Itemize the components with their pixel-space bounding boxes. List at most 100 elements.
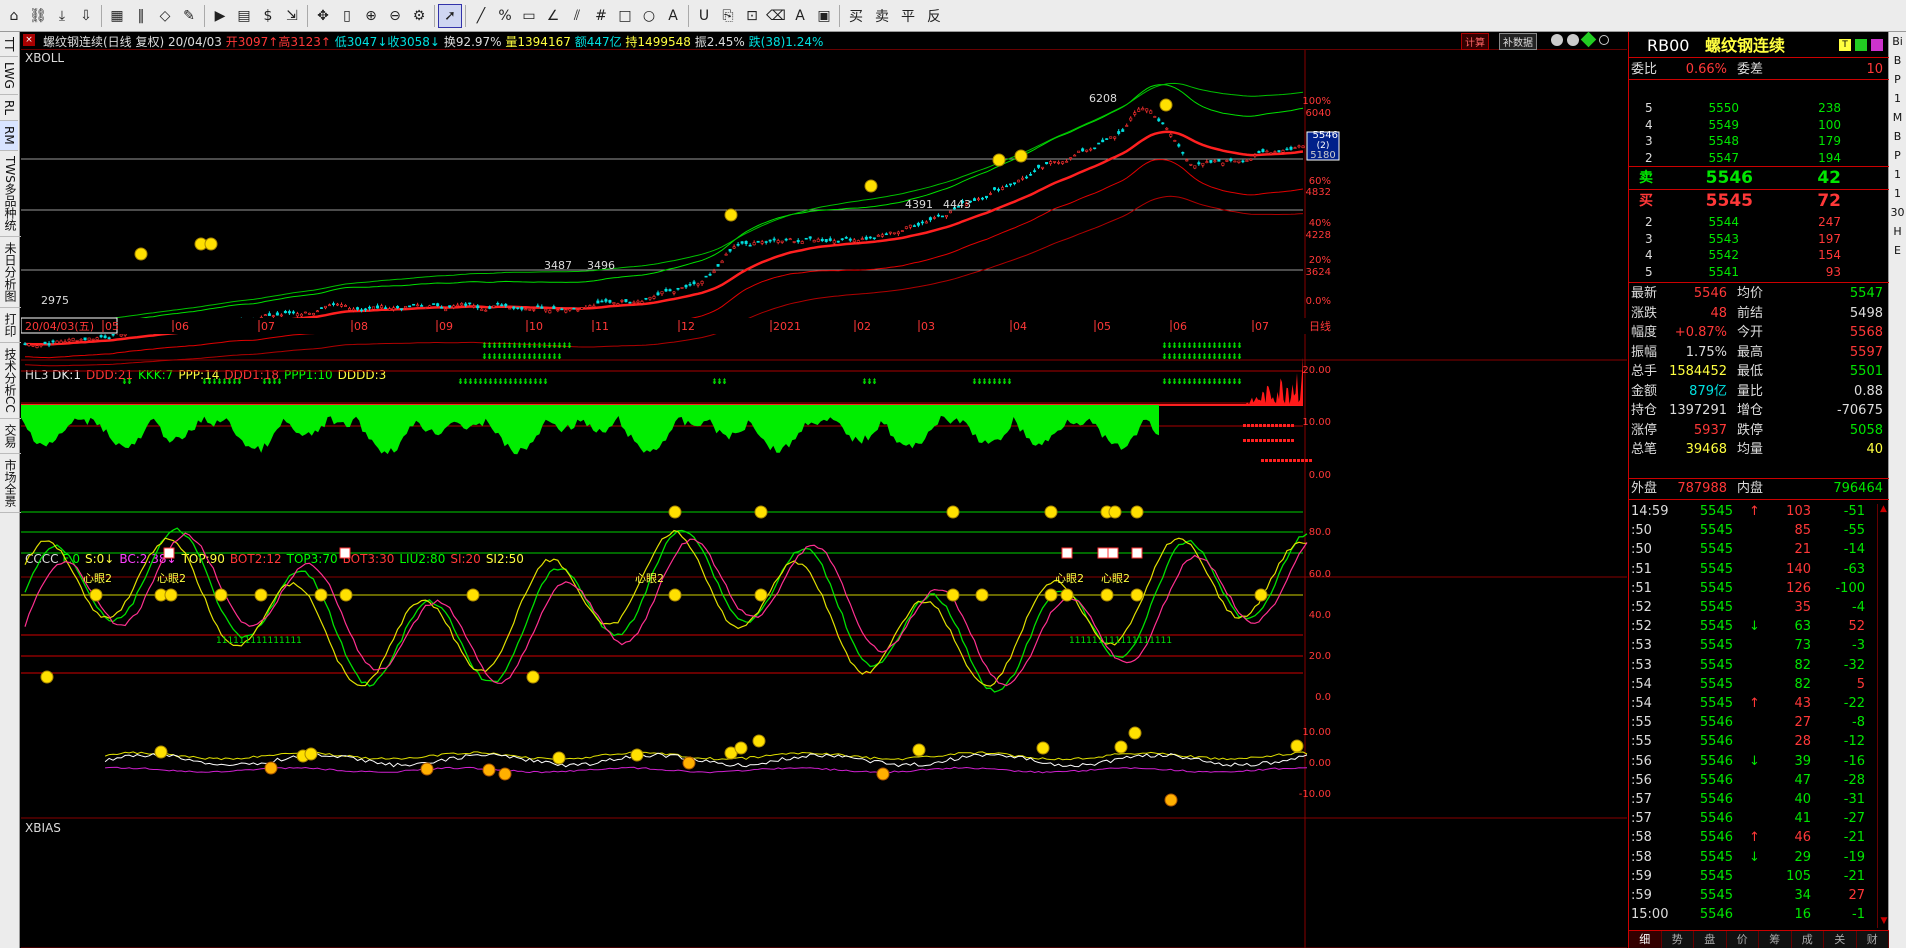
- sell-1-row[interactable]: 卖 5546 42: [1629, 166, 1889, 188]
- column-icon[interactable]: ▯: [335, 4, 359, 28]
- tick-scrollbar[interactable]: ▲ ▼: [1877, 504, 1889, 928]
- left-tab[interactable]: 市场全景: [0, 454, 21, 513]
- home-icon[interactable]: ⌂: [2, 4, 26, 28]
- chart-canvas[interactable]: 620843914443348734962975100%604080%60%48…: [21, 32, 1627, 948]
- angle-icon[interactable]: ∠: [541, 4, 565, 28]
- left-tab[interactable]: TWS多品种统: [0, 151, 21, 237]
- quote-tab[interactable]: 成: [1792, 931, 1824, 948]
- tick-row[interactable]: :55 5546 28 -12: [1629, 732, 1879, 751]
- sell-level-row[interactable]: 4 5549 100: [1629, 117, 1889, 134]
- circle-icon[interactable]: ○: [637, 4, 661, 28]
- quote-tab[interactable]: 盘: [1694, 931, 1727, 948]
- toolbar-order-button[interactable]: 卖: [869, 4, 895, 28]
- tick-row[interactable]: :59 5545 105 -21: [1629, 867, 1879, 886]
- play-icon[interactable]: ▶: [208, 4, 232, 28]
- pencil-icon[interactable]: ✎: [177, 4, 201, 28]
- scroll-down-icon[interactable]: ▼: [1878, 916, 1890, 928]
- tick-row[interactable]: :50 5545 85 -55: [1629, 521, 1879, 540]
- toolbar-order-button[interactable]: 反: [921, 4, 947, 28]
- tick-row[interactable]: :53 5545 73 -3: [1629, 636, 1879, 655]
- tick-row[interactable]: :54 5545 82 5: [1629, 675, 1879, 694]
- buy-level-row[interactable]: 2 5544 247: [1629, 214, 1889, 231]
- buy-1-row[interactable]: 买 5545 72: [1629, 189, 1889, 211]
- rect-icon[interactable]: □: [613, 4, 637, 28]
- quote-tab[interactable]: 势: [1662, 931, 1694, 948]
- tick-row[interactable]: :58 5546 ↑ 46 -21: [1629, 828, 1879, 847]
- download-icon[interactable]: ⤓: [50, 4, 74, 28]
- tick-row[interactable]: :58 5545 ↓ 29 -19: [1629, 848, 1879, 867]
- tick-row[interactable]: :51 5545 126 -100: [1629, 579, 1879, 598]
- right-tab[interactable]: B: [1889, 51, 1906, 70]
- dollar-icon[interactable]: $: [256, 4, 280, 28]
- left-tab[interactable]: 未日分析图: [0, 237, 21, 308]
- toolbar-order-button[interactable]: 买: [843, 4, 869, 28]
- marker-icon[interactable]: A: [788, 4, 812, 28]
- toolbar-order-button[interactable]: 平: [895, 4, 921, 28]
- left-tab[interactable]: 技术分析CC: [0, 343, 21, 419]
- tick-row[interactable]: :57 5546 41 -27: [1629, 809, 1879, 828]
- sell-level-row[interactable]: 2 5547 194: [1629, 150, 1889, 167]
- quote-tab[interactable]: 财: [1857, 931, 1889, 948]
- tick-row[interactable]: :52 5545 ↓ 63 52: [1629, 617, 1879, 636]
- tick-row[interactable]: :54 5545 ↑ 43 -22: [1629, 694, 1879, 713]
- buy-level-row[interactable]: 4 5542 154: [1629, 247, 1889, 264]
- left-tab[interactable]: RM: [0, 121, 18, 151]
- download2-icon[interactable]: ⇩: [74, 4, 98, 28]
- diamond-icon[interactable]: ◇: [153, 4, 177, 28]
- bars-icon[interactable]: ‖: [129, 4, 153, 28]
- sell-level-row[interactable]: 3 5548 179: [1629, 133, 1889, 150]
- text-icon[interactable]: A: [661, 4, 685, 28]
- copy-icon[interactable]: ⎘: [716, 4, 740, 28]
- hash-icon[interactable]: #: [589, 4, 613, 28]
- buy-level-row[interactable]: 3 5543 197: [1629, 231, 1889, 248]
- percent-icon[interactable]: %: [493, 4, 517, 28]
- zoom-in-icon[interactable]: ⊕: [359, 4, 383, 28]
- right-tab[interactable]: 1: [1889, 89, 1906, 108]
- doc-icon[interactable]: ▤: [232, 4, 256, 28]
- right-tab[interactable]: Bi: [1889, 32, 1906, 51]
- settings-icon[interactable]: ⚙: [407, 4, 431, 28]
- right-tab[interactable]: E: [1889, 241, 1906, 260]
- quote-tab[interactable]: 筹: [1759, 931, 1792, 948]
- tick-row[interactable]: :59 5545 34 27: [1629, 886, 1879, 905]
- left-tab[interactable]: 打印: [0, 308, 21, 343]
- left-tab[interactable]: 交易: [0, 419, 21, 454]
- tick-row[interactable]: :56 5546 47 -28: [1629, 771, 1879, 790]
- quote-tab[interactable]: 价: [1727, 931, 1759, 948]
- quote-tab[interactable]: 细: [1629, 931, 1662, 948]
- right-tab[interactable]: P: [1889, 70, 1906, 89]
- right-tab[interactable]: B: [1889, 127, 1906, 146]
- zoom-out-icon[interactable]: ⊖: [383, 4, 407, 28]
- tick-row[interactable]: :52 5545 35 -4: [1629, 598, 1879, 617]
- left-tab[interactable]: LWG: [0, 57, 18, 96]
- save-icon[interactable]: ▣: [812, 4, 836, 28]
- chart-area[interactable]: × 螺纹钢连续(日线 复权) 20/04/03 开3097↑高3123↑ 低30…: [21, 31, 1627, 948]
- right-tab[interactable]: P: [1889, 146, 1906, 165]
- flag-icon[interactable]: [1855, 39, 1867, 51]
- left-tab[interactable]: TT: [0, 32, 18, 58]
- left-tab[interactable]: RL: [0, 95, 18, 122]
- right-tab[interactable]: H: [1889, 222, 1906, 241]
- info-icon[interactable]: [1871, 39, 1883, 51]
- right-tab[interactable]: 1: [1889, 184, 1906, 203]
- t-icon[interactable]: T: [1839, 39, 1851, 51]
- ruler-icon[interactable]: ▭: [517, 4, 541, 28]
- tick-row[interactable]: 15:00 5546 16 -1: [1629, 905, 1879, 924]
- link-icon[interactable]: ⛓: [26, 4, 50, 28]
- right-tab[interactable]: 30: [1889, 203, 1906, 222]
- tick-row[interactable]: :55 5546 27 -8: [1629, 713, 1879, 732]
- sell-level-row[interactable]: 5 5550 238: [1629, 100, 1889, 117]
- right-tab[interactable]: M: [1889, 108, 1906, 127]
- right-tab[interactable]: 1: [1889, 165, 1906, 184]
- cursor-icon[interactable]: ➚: [438, 3, 462, 28]
- tick-row[interactable]: :50 5545 21 -14: [1629, 540, 1879, 559]
- buy-level-row[interactable]: 5 5541 93: [1629, 264, 1889, 281]
- scroll-up-icon[interactable]: ▲: [1878, 504, 1889, 516]
- tick-row[interactable]: 14:59 5545 ↑ 103 -51: [1629, 502, 1879, 521]
- tick-row[interactable]: :57 5546 40 -31: [1629, 790, 1879, 809]
- trash-icon[interactable]: ⌫: [764, 4, 788, 28]
- tick-list[interactable]: 14:59 5545 ↑ 103 -51:50 5545 85 -55:50 5545 21 -14…: [1629, 502, 1889, 930]
- grid-icon[interactable]: ▦: [105, 4, 129, 28]
- magnet-icon[interactable]: U: [692, 4, 716, 28]
- tick-row[interactable]: :56 5546 ↓ 39 -16: [1629, 752, 1879, 771]
